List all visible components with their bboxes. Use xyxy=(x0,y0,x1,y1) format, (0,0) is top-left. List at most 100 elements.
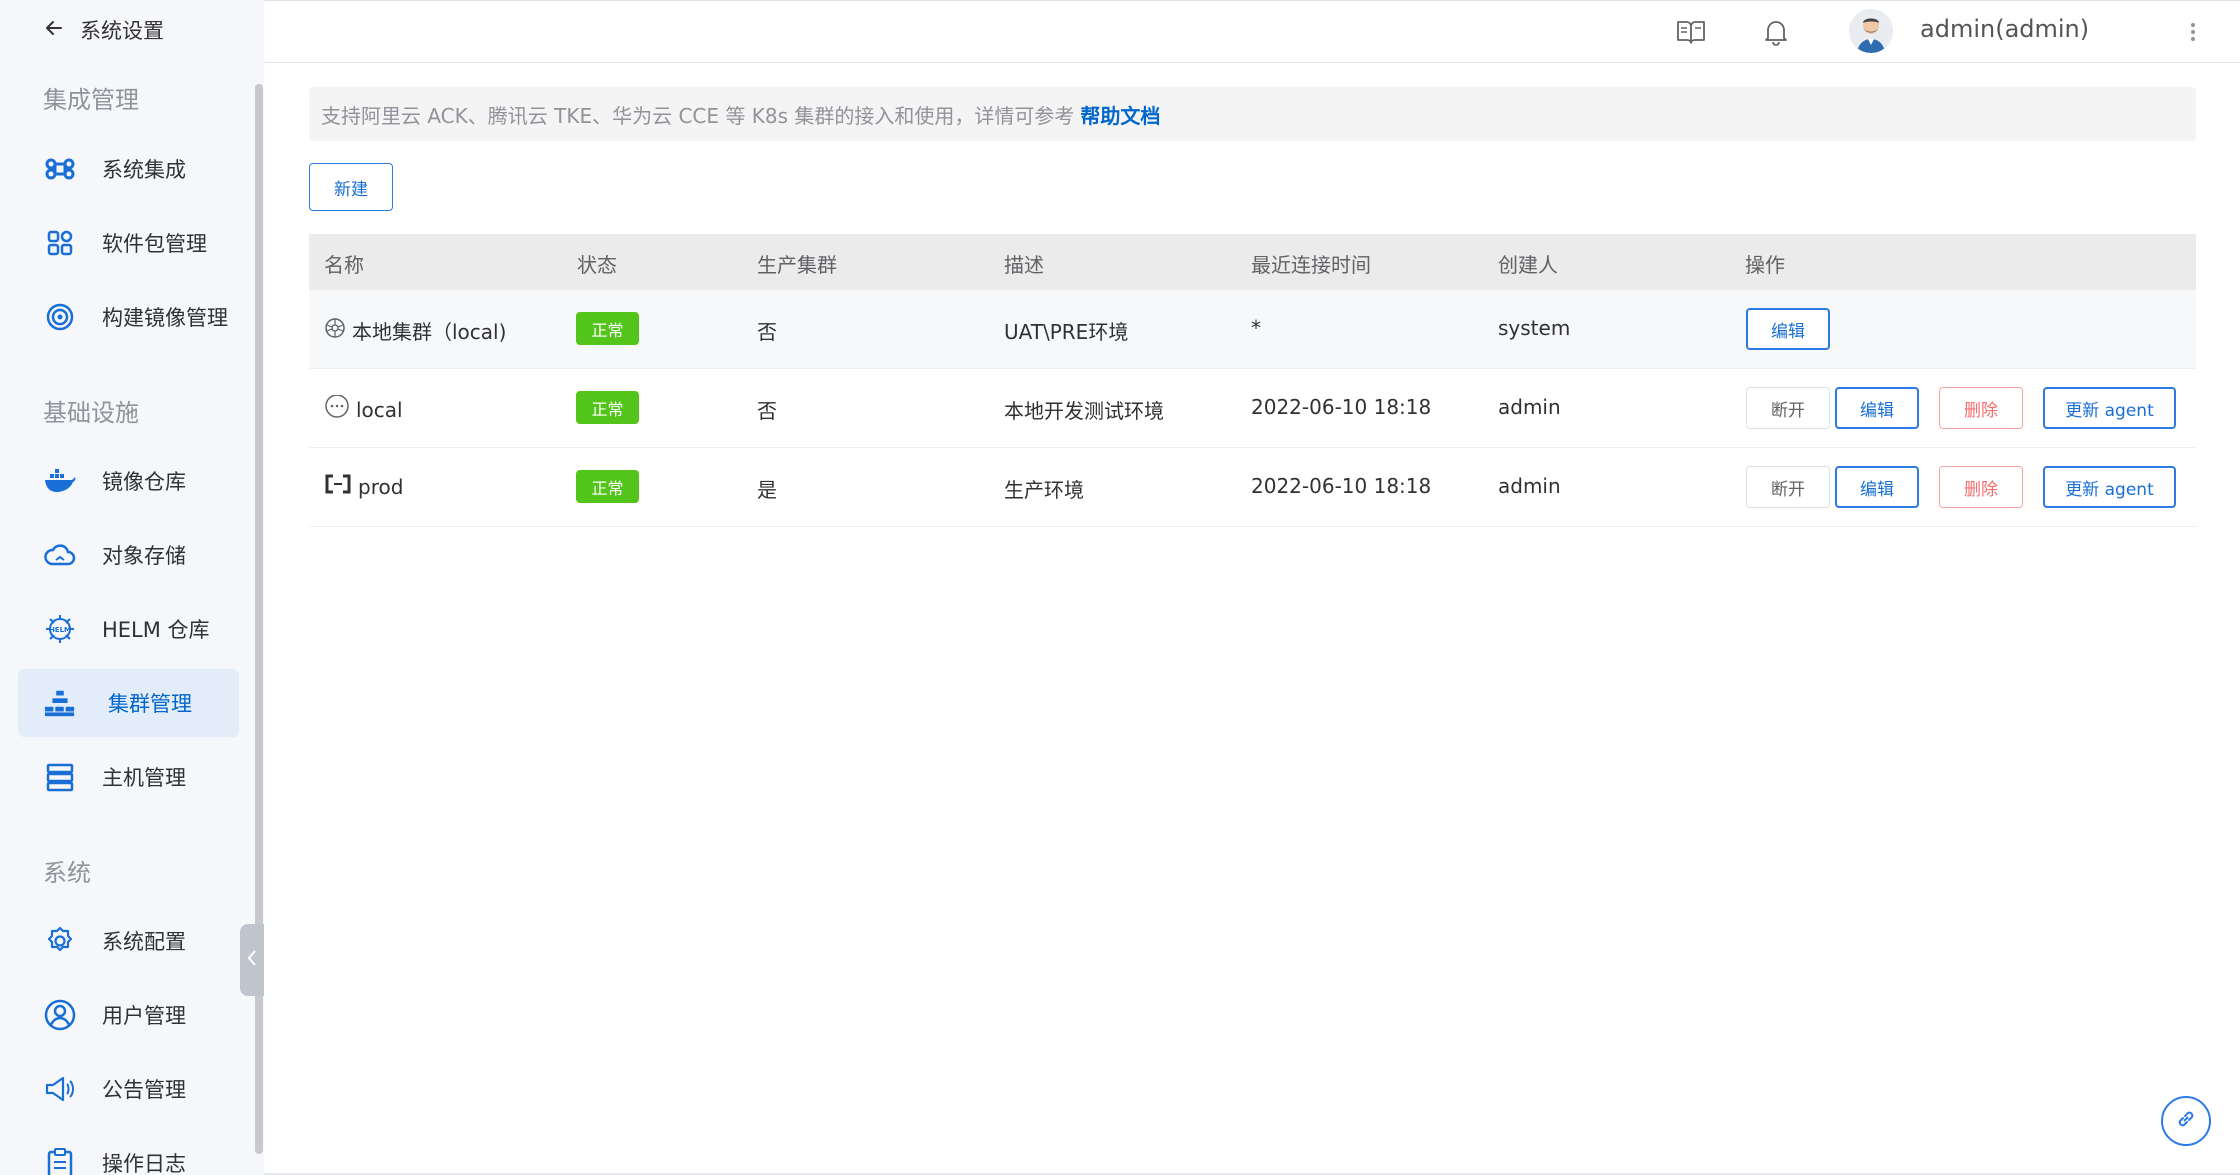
cluster-name-cell: prod xyxy=(324,474,403,499)
sidebar-item-label: 用户管理 xyxy=(102,1004,186,1028)
update-agent-button[interactable]: 更新 agent xyxy=(2043,466,2176,508)
cluster-name: 本地集群（local) xyxy=(352,320,507,344)
creator: admin xyxy=(1498,474,1561,498)
sidebar-item-label: 系统集成 xyxy=(102,158,186,182)
sidebar-item-label: HELM 仓库 xyxy=(102,618,210,642)
status-badge: 正常 xyxy=(576,470,639,503)
cluster-description: 生产环境 xyxy=(1004,478,1084,502)
status-badge: 正常 xyxy=(576,391,639,424)
dots-circle-icon xyxy=(324,394,350,424)
avatar[interactable] xyxy=(1849,9,1893,53)
creator: admin xyxy=(1498,395,1561,419)
cluster-description: 本地开发测试环境 xyxy=(1004,399,1164,423)
sidebar-item-label: 软件包管理 xyxy=(102,232,207,256)
docs-book-icon[interactable] xyxy=(1674,15,1708,49)
clipboard-icon xyxy=(44,1147,76,1175)
delete-button[interactable]: 删除 xyxy=(1939,466,2023,508)
cluster-icon xyxy=(44,687,76,719)
cluster-name-cell: 本地集群（local) xyxy=(324,316,506,345)
sidebar-item-label: 集群管理 xyxy=(108,692,192,716)
kubernetes-icon xyxy=(324,317,346,344)
megaphone-icon xyxy=(44,1073,76,1105)
sidebar-item-label: 镜像仓库 xyxy=(102,470,186,494)
sidebar-item-system-integration[interactable]: 系统集成 xyxy=(18,135,239,203)
link-icon xyxy=(2174,1107,2198,1135)
edit-button[interactable]: 编辑 xyxy=(1746,308,1830,350)
production-flag: 否 xyxy=(757,399,777,423)
delete-button[interactable]: 删除 xyxy=(1939,387,2023,429)
chevron-left-icon xyxy=(246,948,258,972)
help-docs-link[interactable]: 帮助文档 xyxy=(1080,100,1160,129)
last-connected-time: 2022-06-10 18:18 xyxy=(1251,474,1432,498)
new-cluster-button[interactable]: 新建 xyxy=(309,163,393,211)
svg-text:HELM: HELM xyxy=(49,626,71,634)
copy-link-button[interactable] xyxy=(2161,1096,2211,1146)
sidebar-item-label: 操作日志 xyxy=(102,1152,186,1175)
sidebar-item-label: 系统配置 xyxy=(102,930,186,954)
sidebar-item-announcement[interactable]: 公告管理 xyxy=(18,1055,239,1123)
sidebar-item-build-image[interactable]: 构建镜像管理 xyxy=(18,283,239,351)
sidebar-collapse-button[interactable] xyxy=(240,924,264,996)
cluster-table: 名称 状态 生产集群 描述 最近连接时间 创建人 操作 本地集群（local) … xyxy=(309,234,2196,527)
creator: system xyxy=(1498,316,1571,340)
sidebar-item-helm-repo[interactable]: HELM HELM 仓库 xyxy=(18,595,239,663)
sidebar-item-object-storage[interactable]: 对象存储 xyxy=(18,521,239,589)
sidebar-item-label: 公告管理 xyxy=(102,1078,186,1102)
production-flag: 否 xyxy=(757,320,777,344)
sidebar-item-image-registry[interactable]: 镜像仓库 xyxy=(18,447,239,515)
grid-icon xyxy=(44,227,76,259)
sidebar-item-operation-log[interactable]: 操作日志 xyxy=(18,1129,239,1175)
column-header-status: 状态 xyxy=(577,253,617,277)
edit-button[interactable]: 编辑 xyxy=(1835,387,1919,429)
sidebar-item-label: 构建镜像管理 xyxy=(102,306,228,330)
notice-text: 支持阿里云 ACK、腾讯云 TKE、华为云 CCE 等 K8s 集群的接入和使用… xyxy=(321,103,1075,128)
arrow-left-icon xyxy=(44,18,64,42)
section-title-integration: 集成管理 xyxy=(43,86,139,114)
update-agent-button[interactable]: 更新 agent xyxy=(2043,387,2176,429)
info-notice: 支持阿里云 ACK、腾讯云 TKE、华为云 CCE 等 K8s 集群的接入和使用… xyxy=(309,87,2196,141)
table-row: local 正常 否 本地开发测试环境 2022-06-10 18:18 adm… xyxy=(309,369,2196,448)
disconnect-button[interactable]: 断开 xyxy=(1746,387,1830,429)
column-header-description: 描述 xyxy=(1004,253,1044,277)
table-row: 本地集群（local) 正常 否 UAT\PRE环境 * system 编辑 xyxy=(309,290,2196,369)
more-vertical-icon[interactable] xyxy=(2176,15,2210,49)
back-label: 系统设置 xyxy=(80,19,164,43)
user-icon xyxy=(44,999,76,1031)
column-header-production: 生产集群 xyxy=(757,253,837,277)
disconnect-button[interactable]: 断开 xyxy=(1746,466,1830,508)
cluster-description: UAT\PRE环境 xyxy=(1004,320,1129,344)
sidebar-item-cluster-management[interactable]: 集群管理 xyxy=(18,669,239,737)
column-header-creator: 创建人 xyxy=(1498,253,1558,277)
settings-icon xyxy=(44,925,76,957)
back-button[interactable]: 系统设置 xyxy=(44,14,164,46)
column-header-name: 名称 xyxy=(324,253,364,277)
last-connected-time: * xyxy=(1251,316,1261,340)
top-header: admin(admin) xyxy=(264,0,2240,63)
target-icon xyxy=(44,301,76,333)
cluster-name-cell: local xyxy=(324,394,403,424)
bell-icon[interactable] xyxy=(1759,15,1793,49)
username[interactable]: admin(admin) xyxy=(1920,15,2089,43)
sidebar-item-system-config[interactable]: 系统配置 xyxy=(18,907,239,975)
edit-button[interactable]: 编辑 xyxy=(1835,466,1919,508)
column-header-actions: 操作 xyxy=(1745,253,1785,277)
section-title-system: 系统 xyxy=(43,859,91,887)
status-badge: 正常 xyxy=(576,312,639,345)
sidebar-item-package-management[interactable]: 软件包管理 xyxy=(18,209,239,277)
sidebar: 系统设置 集成管理 系统集成 软件包管理 构建镜像管理 基础设施 镜像仓库 对象… xyxy=(0,0,264,1175)
sidebar-item-label: 对象存储 xyxy=(102,544,186,568)
production-flag: 是 xyxy=(757,478,777,502)
sidebar-item-user-management[interactable]: 用户管理 xyxy=(18,981,239,1049)
cloud-icon xyxy=(44,539,76,571)
helm-icon: HELM xyxy=(44,613,76,645)
section-title-infrastructure: 基础设施 xyxy=(43,399,139,427)
sidebar-item-host-management[interactable]: 主机管理 xyxy=(18,743,239,811)
cluster-name: prod xyxy=(358,474,404,499)
table-header: 名称 状态 生产集群 描述 最近连接时间 创建人 操作 xyxy=(309,234,2196,290)
column-header-last-connected: 最近连接时间 xyxy=(1251,253,1371,277)
last-connected-time: 2022-06-10 18:18 xyxy=(1251,395,1432,419)
command-icon xyxy=(44,153,76,185)
aliyun-icon xyxy=(324,474,352,499)
server-icon xyxy=(44,761,76,793)
docker-icon xyxy=(44,465,76,497)
